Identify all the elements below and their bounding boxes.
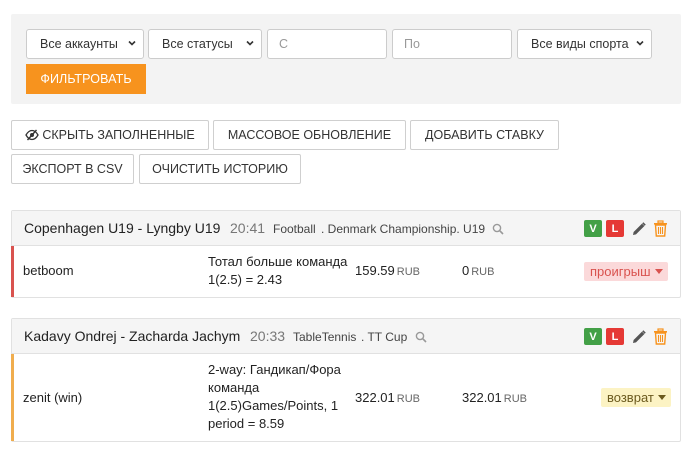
bet-card-header: Kadavy Ondrej - Zacharda Jachym 20:33 Ta…: [12, 319, 680, 354]
stake-currency: RUB: [396, 393, 420, 405]
status-dropdown[interactable]: возврат: [601, 388, 671, 407]
search-icon[interactable]: [492, 223, 504, 235]
bet-description: Тотал больше команда 1(2.5) = 2.43: [208, 254, 348, 287]
bet-card: Copenhagen U19 - Lyngby U19 20:41 Footba…: [11, 210, 681, 298]
chevron-down-icon: [246, 40, 254, 46]
bet-row: zenit (win) 2-way: Гандикап/Фора команда…: [11, 354, 680, 441]
bookmaker-name: betboom: [23, 263, 74, 278]
bet-card-header: Copenhagen U19 - Lyngby U19 20:41 Footba…: [12, 211, 680, 246]
filter-button-label: ФИЛЬТРОВАТЬ: [40, 72, 132, 86]
add-bet-button[interactable]: ДОБАВИТЬ СТАВКУ: [410, 120, 559, 150]
pencil-icon[interactable]: [631, 221, 647, 237]
bet-row: betboom Тотал больше команда 1(2.5) = 2.…: [11, 246, 680, 297]
payout-currency: RUB: [503, 393, 527, 405]
verify-badge[interactable]: V: [584, 328, 602, 345]
match-title: Kadavy Ondrej - Zacharda Jachym: [24, 328, 241, 344]
sports-select-value: Все виды спорта: [531, 37, 629, 51]
statuses-select-value: Все статусы: [162, 37, 233, 51]
status-label: возврат: [607, 390, 654, 405]
stake-value: 159.59: [355, 263, 395, 278]
hide-filled-label: СКРЫТЬ ЗАПОЛНЕННЫЕ: [42, 128, 195, 142]
accounts-select[interactable]: Все аккаунты: [26, 29, 144, 59]
status-stripe: [11, 354, 14, 441]
bet-card: Kadavy Ondrej - Zacharda Jachym 20:33 Ta…: [11, 318, 681, 442]
caret-down-icon: [654, 269, 663, 274]
match-league: . TT Cup: [361, 330, 408, 344]
trash-icon[interactable]: [653, 328, 668, 345]
payout-amount: 322.01 RUB: [462, 390, 527, 405]
filter-panel: Все аккаунты Все статусы С По Все виды с…: [11, 14, 681, 104]
match-time: 20:33: [250, 328, 286, 344]
sports-select[interactable]: Все виды спорта: [517, 29, 652, 59]
loss-badge[interactable]: L: [606, 220, 624, 237]
payout-amount: 0 RUB: [462, 263, 494, 278]
verify-badge[interactable]: V: [584, 220, 602, 237]
mass-update-button[interactable]: МАССОВОЕ ОБНОВЛЕНИЕ: [213, 120, 406, 150]
date-from-placeholder: С: [279, 37, 289, 51]
accounts-select-value: Все аккаунты: [40, 37, 118, 51]
chevron-down-icon: [636, 40, 644, 46]
match-league: . Denmark Championship. U19: [321, 222, 486, 236]
chevron-down-icon: [128, 40, 136, 46]
statuses-select[interactable]: Все статусы: [148, 29, 262, 59]
search-icon[interactable]: [415, 331, 427, 343]
stake-value: 322.01: [355, 390, 395, 405]
match-time: 20:41: [230, 220, 266, 236]
filter-button[interactable]: ФИЛЬТРОВАТЬ: [26, 64, 146, 94]
payout-currency: RUB: [471, 266, 495, 278]
stake-currency: RUB: [396, 266, 420, 278]
bookmaker-name: zenit (win): [23, 390, 83, 405]
clear-history-label: ОЧИСТИТЬ ИСТОРИЮ: [152, 162, 288, 176]
eye-slash-icon: [25, 129, 40, 141]
date-to-placeholder: По: [404, 37, 420, 51]
status-stripe: [11, 246, 14, 297]
add-bet-label: ДОБАВИТЬ СТАВКУ: [425, 128, 544, 142]
status-dropdown[interactable]: проигрыш: [584, 262, 668, 281]
match-title: Copenhagen U19 - Lyngby U19: [24, 220, 221, 236]
bet-description: 2-way: Гандикап/Фора команда 1(2.5)Games…: [208, 362, 341, 431]
caret-down-icon: [657, 395, 666, 400]
match-sport: Football: [273, 222, 316, 236]
trash-icon[interactable]: [653, 220, 668, 237]
mass-update-label: МАССОВОЕ ОБНОВЛЕНИЕ: [227, 128, 392, 142]
date-to-input[interactable]: По: [392, 29, 512, 59]
hide-filled-button[interactable]: СКРЫТЬ ЗАПОЛНЕННЫЕ: [11, 120, 209, 150]
payout-value: 322.01: [462, 390, 502, 405]
payout-value: 0: [462, 263, 470, 278]
status-label: проигрыш: [590, 264, 651, 279]
stake-amount: 322.01 RUB: [355, 390, 420, 405]
export-csv-button[interactable]: ЭКСПОРТ В CSV: [11, 154, 134, 184]
pencil-icon[interactable]: [631, 329, 647, 345]
date-from-input[interactable]: С: [267, 29, 387, 59]
clear-history-button[interactable]: ОЧИСТИТЬ ИСТОРИЮ: [139, 154, 301, 184]
match-sport: TableTennis: [293, 330, 357, 344]
stake-amount: 159.59 RUB: [355, 263, 420, 278]
export-csv-label: ЭКСПОРТ В CSV: [22, 162, 123, 176]
loss-badge[interactable]: L: [606, 328, 624, 345]
